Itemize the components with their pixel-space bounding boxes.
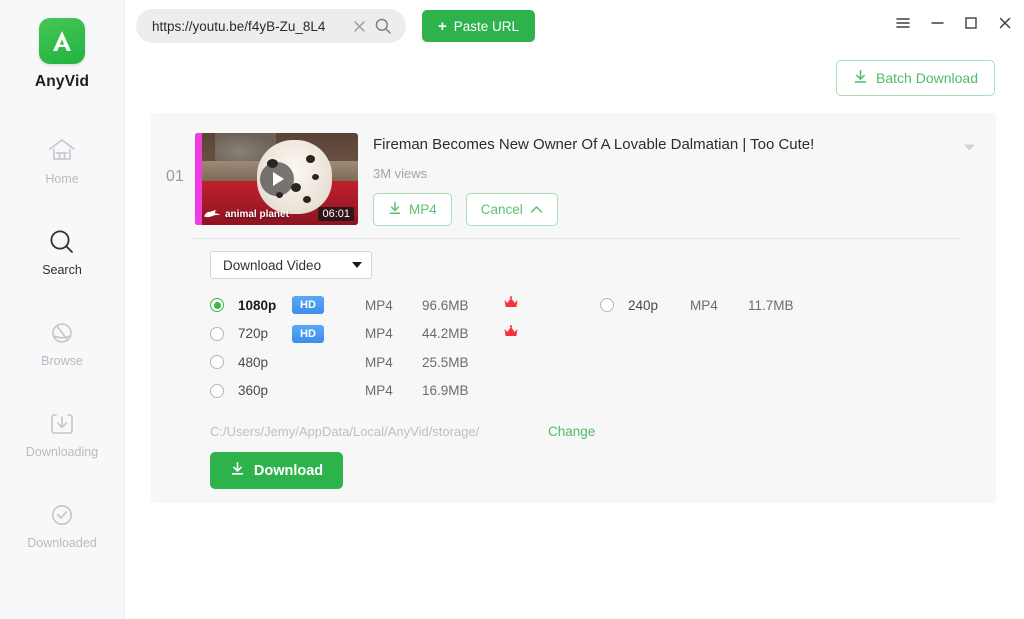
quality-row[interactable]: 240p MP4 11.7MB xyxy=(600,291,794,320)
hd-badge: HD xyxy=(292,296,324,315)
menu-icon[interactable] xyxy=(894,14,912,32)
url-input[interactable]: https://youtu.be/f4yB-Zu_8L4 xyxy=(152,19,348,34)
quality-format: MP4 xyxy=(365,326,393,342)
batch-download-button[interactable]: Batch Download xyxy=(836,60,995,96)
minimize-icon[interactable] xyxy=(928,14,946,32)
cancel-button[interactable]: Cancel xyxy=(465,193,558,226)
mp4-download-button[interactable]: MP4 xyxy=(373,193,452,226)
sidebar-item-browse[interactable]: Browse xyxy=(0,317,124,373)
quality-resolution: 480p xyxy=(238,354,269,370)
sidebar-item-downloading[interactable]: Downloading xyxy=(0,408,124,464)
sidebar-nav: Home Search Browse Downloading Downloade… xyxy=(0,135,124,590)
sidebar-item-label: Downloading xyxy=(25,445,99,459)
cancel-label: Cancel xyxy=(480,202,523,217)
maximize-icon[interactable] xyxy=(962,14,980,32)
search-icon[interactable] xyxy=(370,17,396,35)
quality-radio[interactable] xyxy=(210,355,224,370)
quality-format: MP4 xyxy=(365,297,393,313)
quality-format: MP4 xyxy=(690,297,718,313)
chevron-up-icon xyxy=(530,202,543,217)
caret-down-icon xyxy=(352,262,362,268)
quality-filesize: 16.9MB xyxy=(422,383,469,399)
video-title[interactable]: Fireman Becomes New Owner Of A Lovable D… xyxy=(373,136,814,153)
sidebar: AnyVid Home Search Browse Downloading Do… xyxy=(0,0,125,619)
video-result-card: 01 animal planet 06:01 Fireman Becomes N… xyxy=(151,113,996,503)
download-mode-value: Download Video xyxy=(223,257,322,273)
close-icon[interactable] xyxy=(996,14,1014,32)
quality-options-column-2: 240p MP4 11.7MB xyxy=(600,291,794,320)
quality-row[interactable]: 480p MP4 25.5MB xyxy=(210,348,970,377)
url-bar[interactable]: https://youtu.be/f4yB-Zu_8L4 xyxy=(136,9,406,43)
video-header: 01 animal planet 06:01 Fireman Becomes N… xyxy=(151,113,996,238)
download-icon xyxy=(388,201,402,218)
watermark-label: animal planet xyxy=(225,208,289,220)
quality-resolution: 1080p xyxy=(238,297,277,313)
result-rank: 01 xyxy=(166,168,184,185)
quality-filesize: 96.6MB xyxy=(422,297,469,313)
quality-row[interactable]: 360p MP4 16.9MB xyxy=(210,377,970,406)
sidebar-item-label: Browse xyxy=(41,354,83,368)
save-path: C:/Users/Jemy/AppData/Local/AnyVid/stora… xyxy=(210,424,480,439)
home-icon xyxy=(47,135,77,167)
quality-format: MP4 xyxy=(365,354,393,370)
sidebar-item-label: Downloaded xyxy=(27,536,97,550)
hd-badge: HD xyxy=(292,324,324,343)
quality-filesize: 44.2MB xyxy=(422,326,469,342)
video-views: 3M views xyxy=(373,166,428,181)
quality-format: MP4 xyxy=(365,383,393,399)
quality-resolution: 720p xyxy=(238,326,269,342)
mp4-label: MP4 xyxy=(409,202,437,217)
check-circle-icon xyxy=(47,499,77,531)
search-icon xyxy=(47,226,77,258)
sidebar-item-search[interactable]: Search xyxy=(0,226,124,282)
window-controls xyxy=(894,14,1014,32)
quality-radio[interactable] xyxy=(210,298,224,313)
download-icon xyxy=(230,461,245,480)
video-duration: 06:01 xyxy=(318,207,354,221)
card-divider xyxy=(190,238,960,239)
brand-name: AnyVid xyxy=(34,73,90,90)
download-box-icon xyxy=(47,408,77,440)
quality-filesize: 11.7MB xyxy=(748,297,794,313)
quality-row[interactable]: 1080p HD MP4 96.6MB xyxy=(210,291,970,320)
sidebar-item-label: Home xyxy=(45,172,79,186)
change-path-link[interactable]: Change xyxy=(548,424,595,439)
sidebar-item-label: Search xyxy=(42,263,82,277)
quality-resolution: 240p xyxy=(628,297,659,313)
download-button[interactable]: Download xyxy=(210,452,343,489)
quality-row[interactable]: 720p HD MP4 44.2MB xyxy=(210,320,970,349)
brand: AnyVid xyxy=(35,18,89,91)
quality-radio[interactable] xyxy=(600,298,614,313)
quality-radio[interactable] xyxy=(210,326,224,341)
sidebar-item-home[interactable]: Home xyxy=(0,135,124,191)
video-action-buttons: MP4 Cancel xyxy=(373,193,558,226)
download-icon xyxy=(853,69,868,87)
video-thumbnail[interactable]: animal planet 06:01 xyxy=(195,133,358,225)
close-icon[interactable] xyxy=(348,20,370,33)
sidebar-item-downloaded[interactable]: Downloaded xyxy=(0,499,124,555)
anyvid-window: AnyVid Home Search Browse Downloading Do… xyxy=(0,0,1024,619)
quality-filesize: 25.5MB xyxy=(422,354,469,370)
anyvid-logo-a-monogram-icon xyxy=(38,18,85,64)
paste-url-button[interactable]: + Paste URL xyxy=(422,10,536,42)
download-mode-select[interactable]: Download Video xyxy=(210,251,372,279)
thumbnail-edge-accent xyxy=(195,133,202,225)
paste-url-label: Paste URL xyxy=(453,18,520,34)
batch-download-label: Batch Download xyxy=(876,70,978,86)
premium-crown-icon xyxy=(503,324,519,343)
quality-radio[interactable] xyxy=(210,383,224,398)
plus-icon: + xyxy=(438,17,447,35)
play-icon[interactable] xyxy=(259,162,294,196)
quality-resolution: 360p xyxy=(238,383,269,399)
chevron-down-icon[interactable] xyxy=(963,139,976,157)
quality-options: 1080p HD MP4 96.6MB 720p HD MP4 44.2MB 4… xyxy=(210,291,970,405)
download-label: Download xyxy=(253,462,324,479)
browse-globe-icon xyxy=(47,317,77,349)
premium-crown-icon xyxy=(503,296,519,314)
thumbnail-watermark: animal planet xyxy=(203,208,289,220)
